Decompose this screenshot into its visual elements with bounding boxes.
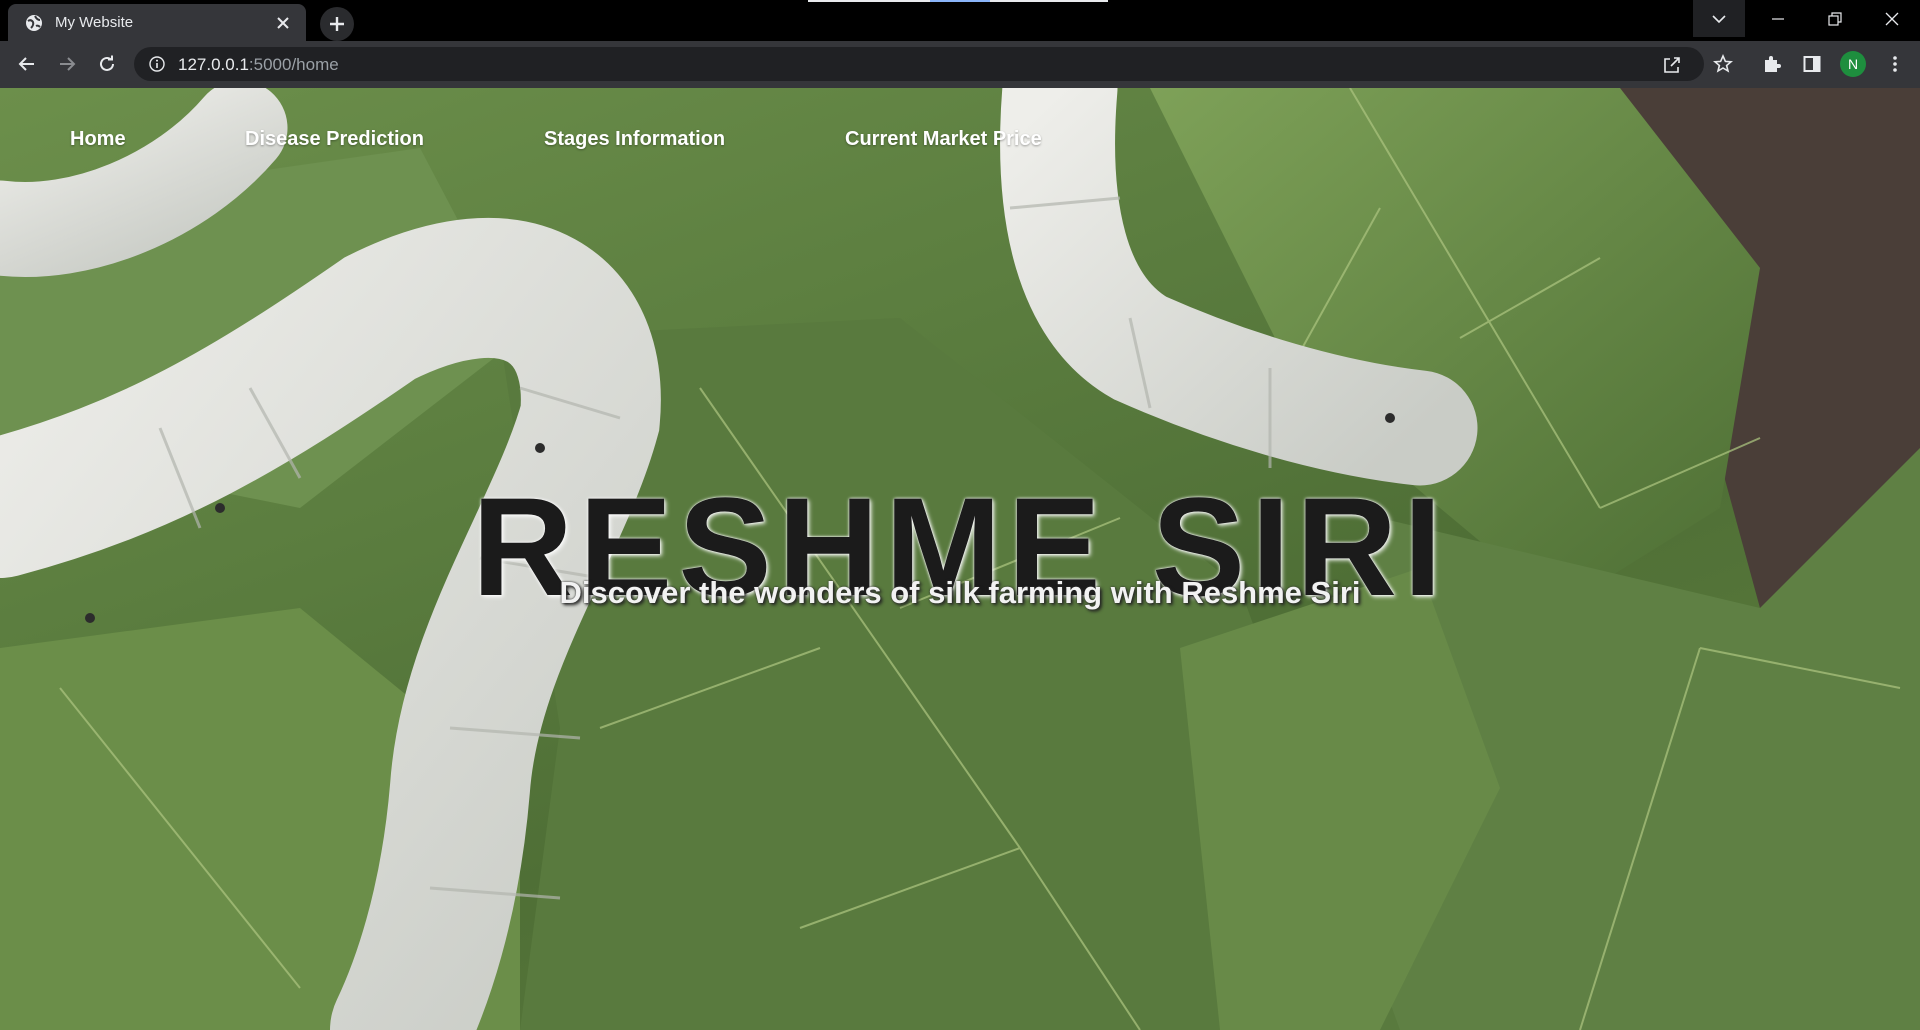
new-tab-button[interactable]	[320, 7, 354, 41]
tab-title: My Website	[55, 14, 134, 31]
browser-tab-active[interactable]: My Website	[8, 4, 306, 41]
restore-icon	[1827, 11, 1842, 26]
close-tab-icon[interactable]	[272, 12, 294, 34]
window-controls	[1693, 0, 1920, 41]
address-bar[interactable]: 127.0.0.1:5000/home	[134, 47, 1704, 81]
puzzle-icon	[1765, 56, 1781, 72]
share-icon[interactable]	[1660, 53, 1684, 77]
side-panel-button[interactable]	[1797, 49, 1827, 79]
star-icon	[1713, 54, 1733, 73]
globe-icon	[25, 14, 43, 32]
nav-link-disease-prediction[interactable]: Disease Prediction	[245, 128, 424, 151]
close-window-button[interactable]	[1863, 0, 1920, 37]
site-navigation: Home Disease Prediction Stages Informati…	[0, 128, 1920, 158]
reload-icon	[100, 55, 114, 71]
arrow-left-icon	[18, 57, 34, 71]
minimize-button[interactable]	[1749, 0, 1806, 37]
profile-avatar[interactable]: N	[1840, 51, 1866, 77]
url-host: 127.0.0.1	[178, 55, 249, 74]
side-panel-icon	[1803, 56, 1821, 72]
nav-link-home[interactable]: Home	[70, 128, 126, 151]
plus-icon	[330, 17, 344, 31]
kebab-menu-icon	[1893, 56, 1897, 72]
info-icon[interactable]	[148, 55, 166, 73]
bookmark-star-button[interactable]	[1708, 49, 1738, 79]
browser-menu-button[interactable]	[1880, 49, 1910, 79]
back-button[interactable]	[12, 49, 42, 79]
browser-toolbar: 127.0.0.1:5000/home N	[0, 41, 1920, 88]
url-path: :5000/home	[248, 55, 339, 74]
page-viewport: Home Disease Prediction Stages Informati…	[0, 88, 1920, 1030]
tab-search-button[interactable]	[1693, 0, 1745, 37]
close-icon	[1885, 12, 1898, 25]
nav-link-current-market-price[interactable]: Current Market Price	[845, 128, 1042, 151]
chevron-down-icon	[1712, 14, 1726, 23]
extensions-button[interactable]	[1757, 49, 1787, 79]
loading-indicator-accent	[930, 0, 990, 2]
nav-link-stages-information[interactable]: Stages Information	[544, 128, 725, 151]
reload-button[interactable]	[92, 49, 122, 79]
arrow-right-icon	[60, 57, 76, 71]
minimize-icon	[1771, 17, 1784, 20]
url-text: 127.0.0.1:5000/home	[178, 55, 339, 75]
browser-tabstrip: My Website	[0, 0, 1920, 41]
restore-button[interactable]	[1806, 0, 1863, 37]
hero-subtitle: Discover the wonders of silk farming wit…	[559, 575, 1361, 610]
forward-button[interactable]	[52, 49, 82, 79]
